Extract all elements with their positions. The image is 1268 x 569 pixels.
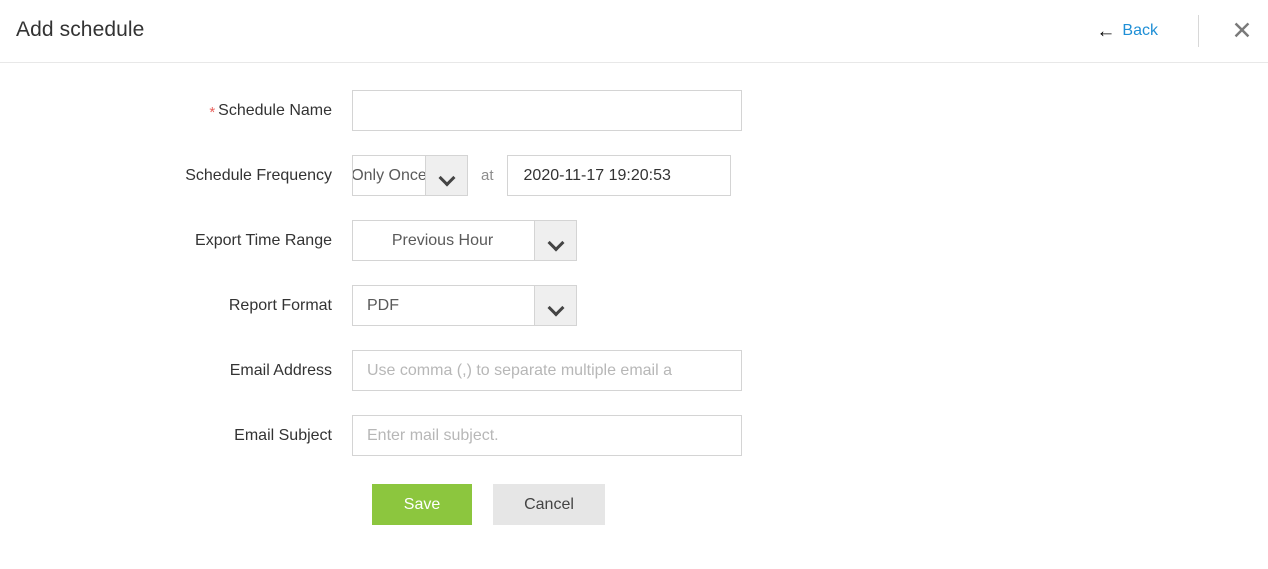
back-button-label: Back <box>1122 22 1158 39</box>
form-actions: Save Cancel <box>0 484 1268 525</box>
save-button[interactable]: Save <box>372 484 472 525</box>
required-asterisk: * <box>209 103 216 121</box>
schedule-name-label-text: Schedule Name <box>218 101 332 119</box>
report-format-label: Report Format <box>228 296 332 314</box>
add-schedule-form: * Schedule Name Schedule Frequency Only O… <box>0 63 1268 525</box>
email-subject-input[interactable] <box>352 415 742 456</box>
at-label: at <box>481 167 494 184</box>
export-time-range-value: Previous Hour <box>391 231 494 249</box>
close-icon[interactable]: ✕ <box>1227 16 1257 46</box>
header-actions: ← Back ✕ <box>1094 0 1268 62</box>
form-row-schedule-name: * Schedule Name <box>0 90 1268 131</box>
schedule-name-input[interactable] <box>352 90 742 131</box>
schedule-name-label: * Schedule Name <box>0 101 352 121</box>
form-row-export-time-range: Export Time Range Previous Hour <box>0 220 1268 261</box>
form-row-email-subject: Email Subject <box>0 415 1268 456</box>
export-time-range-label: Export Time Range <box>195 231 332 249</box>
schedule-frequency-label: Schedule Frequency <box>185 166 332 184</box>
back-button[interactable]: ← Back <box>1094 18 1160 45</box>
form-row-email-address: Email Address <box>0 350 1268 391</box>
chevron-down-icon[interactable] <box>425 156 467 195</box>
email-address-input[interactable] <box>352 350 742 391</box>
header-divider <box>1198 15 1199 47</box>
arrow-left-icon: ← <box>1096 20 1116 42</box>
export-time-range-select[interactable]: Previous Hour <box>352 220 577 261</box>
email-subject-label: Email Subject <box>234 426 332 444</box>
schedule-datetime-input[interactable] <box>506 155 731 196</box>
schedule-frequency-select[interactable]: Only Once <box>352 155 468 196</box>
chevron-down-icon[interactable] <box>534 221 576 260</box>
report-format-value: PDF <box>367 296 399 314</box>
report-format-select[interactable]: PDF <box>352 285 577 326</box>
page-title: Add schedule <box>16 18 145 41</box>
form-row-schedule-frequency: Schedule Frequency Only Once at <box>0 155 1268 196</box>
chevron-down-icon[interactable] <box>534 286 576 325</box>
form-row-report-format: Report Format PDF <box>0 285 1268 326</box>
dialog-header: Add schedule ← Back ✕ <box>0 0 1268 63</box>
cancel-button[interactable]: Cancel <box>493 484 605 525</box>
schedule-frequency-value: Only Once <box>353 166 425 184</box>
email-address-label: Email Address <box>229 361 332 379</box>
